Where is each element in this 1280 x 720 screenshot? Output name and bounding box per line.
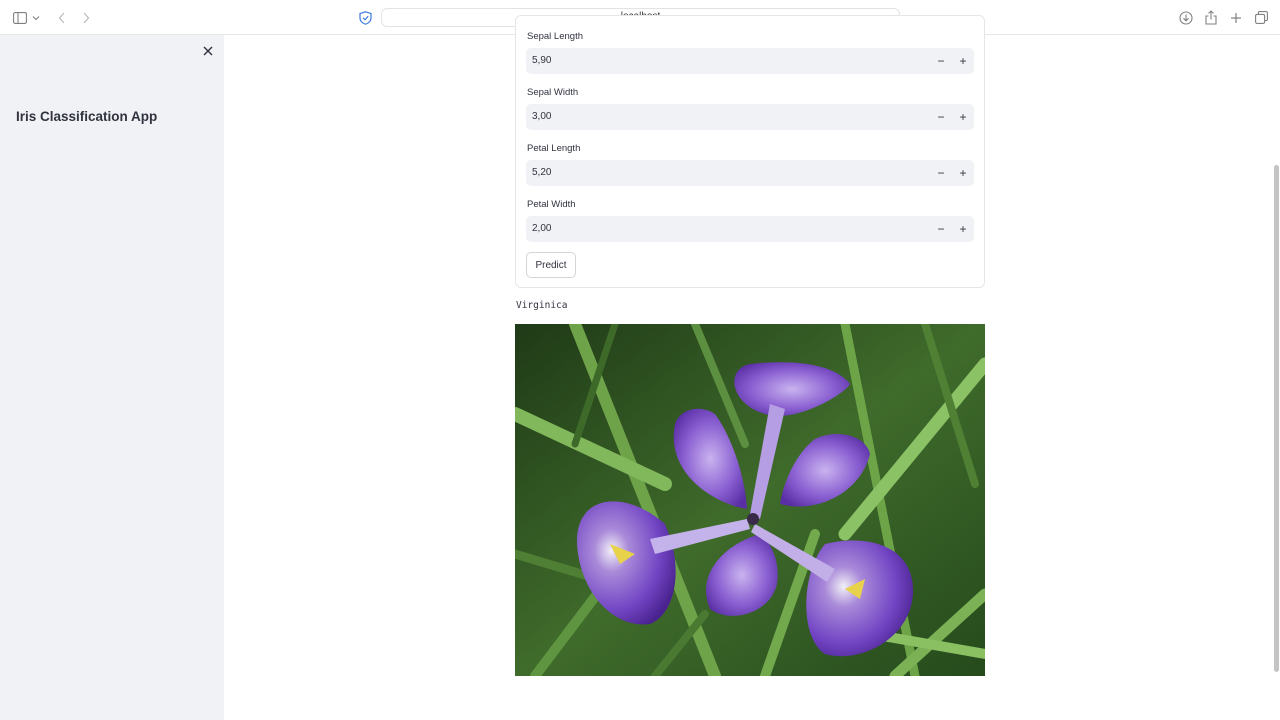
decrement-button[interactable]: − xyxy=(930,216,952,242)
decrement-button[interactable]: − xyxy=(930,160,952,186)
increment-button[interactable]: + xyxy=(952,48,974,74)
petal-width-input[interactable]: 2,00 − + xyxy=(526,216,974,242)
page-scrollbar[interactable] xyxy=(1274,165,1279,672)
new-tab-icon[interactable] xyxy=(1227,9,1245,26)
sepal-length-input[interactable]: 5,90 − + xyxy=(526,48,974,74)
field-label-petal-length: Petal Length xyxy=(527,143,581,154)
prediction-result: Virginica xyxy=(516,300,568,311)
sepal-width-input[interactable]: 3,00 − + xyxy=(526,104,974,130)
petal-width-value[interactable]: 2,00 xyxy=(532,223,551,234)
petal-length-value[interactable]: 5,20 xyxy=(532,167,551,178)
chevron-down-icon[interactable] xyxy=(31,9,41,26)
sidebar-title: Iris Classification App xyxy=(16,109,158,124)
sepal-length-value[interactable]: 5,90 xyxy=(532,55,551,66)
close-icon[interactable] xyxy=(201,44,215,58)
tabs-overview-icon[interactable] xyxy=(1252,9,1270,26)
shield-icon[interactable] xyxy=(356,9,374,26)
field-label-sepal-width: Sepal Width xyxy=(527,87,579,98)
decrement-button[interactable]: − xyxy=(930,104,952,130)
sidebar-toggle-icon[interactable] xyxy=(11,9,29,26)
iris-flower-image xyxy=(515,324,985,676)
download-icon[interactable] xyxy=(1177,9,1195,26)
petal-length-input[interactable]: 5,20 − + xyxy=(526,160,974,186)
sepal-width-value[interactable]: 3,00 xyxy=(532,111,551,122)
predict-button[interactable]: Predict xyxy=(526,252,576,278)
increment-button[interactable]: + xyxy=(952,160,974,186)
decrement-button[interactable]: − xyxy=(930,48,952,74)
prediction-form: Sepal Length 5,90 − + Sepal Width 3,00 −… xyxy=(515,15,985,288)
field-label-sepal-length: Sepal Length xyxy=(527,31,583,42)
sidebar: Iris Classification App xyxy=(0,35,224,720)
field-label-petal-width: Petal Width xyxy=(527,199,576,210)
share-icon[interactable] xyxy=(1202,9,1220,26)
increment-button[interactable]: + xyxy=(952,216,974,242)
increment-button[interactable]: + xyxy=(952,104,974,130)
forward-icon[interactable] xyxy=(77,9,95,26)
back-icon[interactable] xyxy=(53,9,71,26)
main-content: Sepal Length 5,90 − + Sepal Width 3,00 −… xyxy=(224,15,1280,720)
